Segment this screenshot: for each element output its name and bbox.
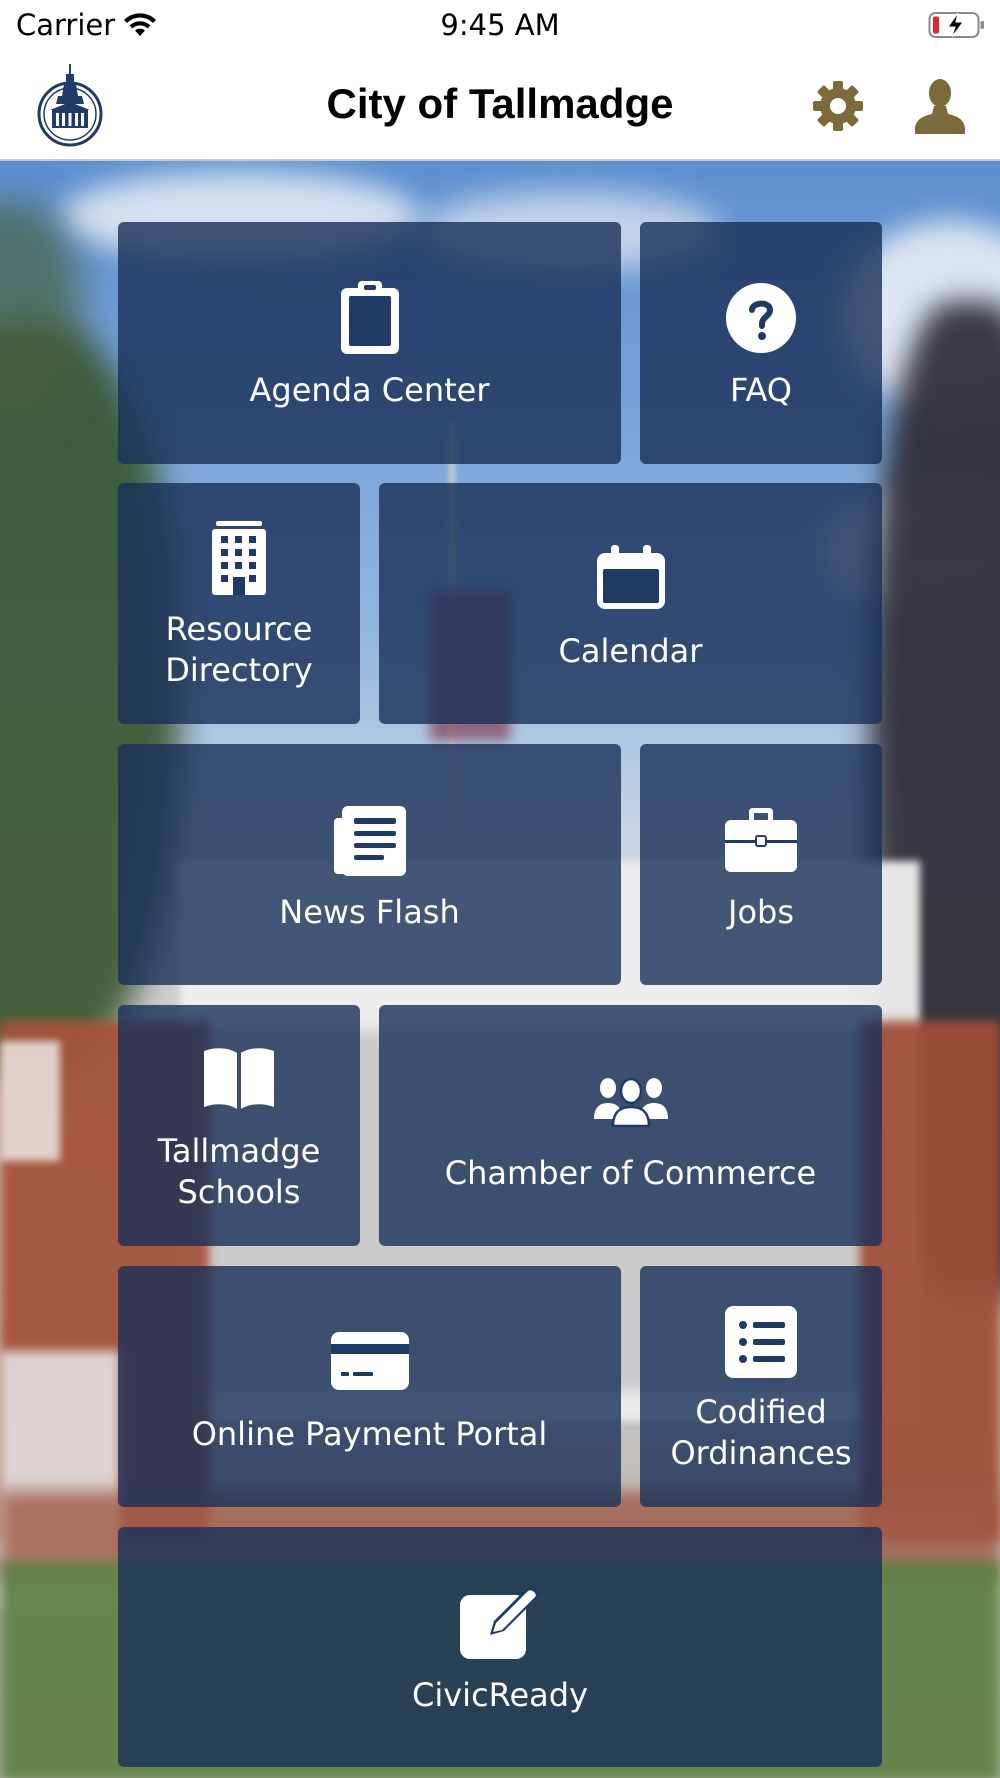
tile-jobs[interactable]: Jobs (640, 744, 882, 985)
book-icon (204, 1048, 274, 1109)
building-icon (212, 521, 266, 595)
tile-label-news-flash: News Flash (279, 893, 460, 931)
newspaper-icon (333, 806, 406, 876)
tile-codified-ordinances[interactable]: Codified Ordinances (640, 1266, 882, 1507)
tile-civicready[interactable]: CivicReady (118, 1527, 882, 1767)
tile-label-jobs: Jobs (728, 893, 794, 931)
status-bar: Carrier 9:45 AM (0, 0, 1000, 50)
status-time: 9:45 AM (440, 8, 560, 42)
battery-charging-icon (928, 12, 984, 38)
tile-tallmadge-schools[interactable]: Tallmadge Schools (118, 1005, 360, 1246)
clipboard-icon (340, 281, 399, 354)
question-circle-icon (726, 283, 796, 353)
calendar-icon (596, 545, 665, 609)
tile-faq[interactable]: FAQ (640, 222, 882, 464)
tile-resource-directory[interactable]: Resource Directory (118, 483, 360, 724)
user-profile-icon[interactable] (912, 76, 968, 136)
edit-icon (460, 1585, 540, 1659)
list-icon (725, 1306, 797, 1378)
tile-label-faq: FAQ (730, 371, 792, 409)
tile-calendar[interactable]: Calendar (379, 483, 882, 724)
navigation-bar: City of Tallmadge (0, 50, 1000, 161)
briefcase-icon (725, 808, 797, 872)
tile-label-online-payment-portal: Online Payment Portal (191, 1415, 548, 1453)
gear-icon[interactable] (810, 78, 866, 134)
tile-online-payment-portal[interactable]: Online Payment Portal (118, 1266, 621, 1507)
tile-label-calendar: Calendar (558, 632, 703, 670)
tile-label-civicready: CivicReady (412, 1676, 588, 1714)
tile-agenda-center[interactable]: Agenda Center (118, 222, 621, 464)
tile-news-flash[interactable]: News Flash (118, 744, 621, 985)
people-group-icon (593, 1077, 668, 1127)
tile-label-agenda-center: Agenda Center (249, 371, 490, 409)
tile-label-tallmadge-schools: Tallmadge Schools (157, 1132, 321, 1211)
tile-label-resource-directory: Resource Directory (165, 610, 313, 689)
credit-card-icon (330, 1332, 409, 1390)
tile-chamber-of-commerce[interactable]: Chamber of Commerce (379, 1005, 882, 1246)
tile-label-chamber-of-commerce: Chamber of Commerce (444, 1154, 817, 1192)
tile-label-codified-ordinances: Codified Ordinances (670, 1393, 852, 1472)
